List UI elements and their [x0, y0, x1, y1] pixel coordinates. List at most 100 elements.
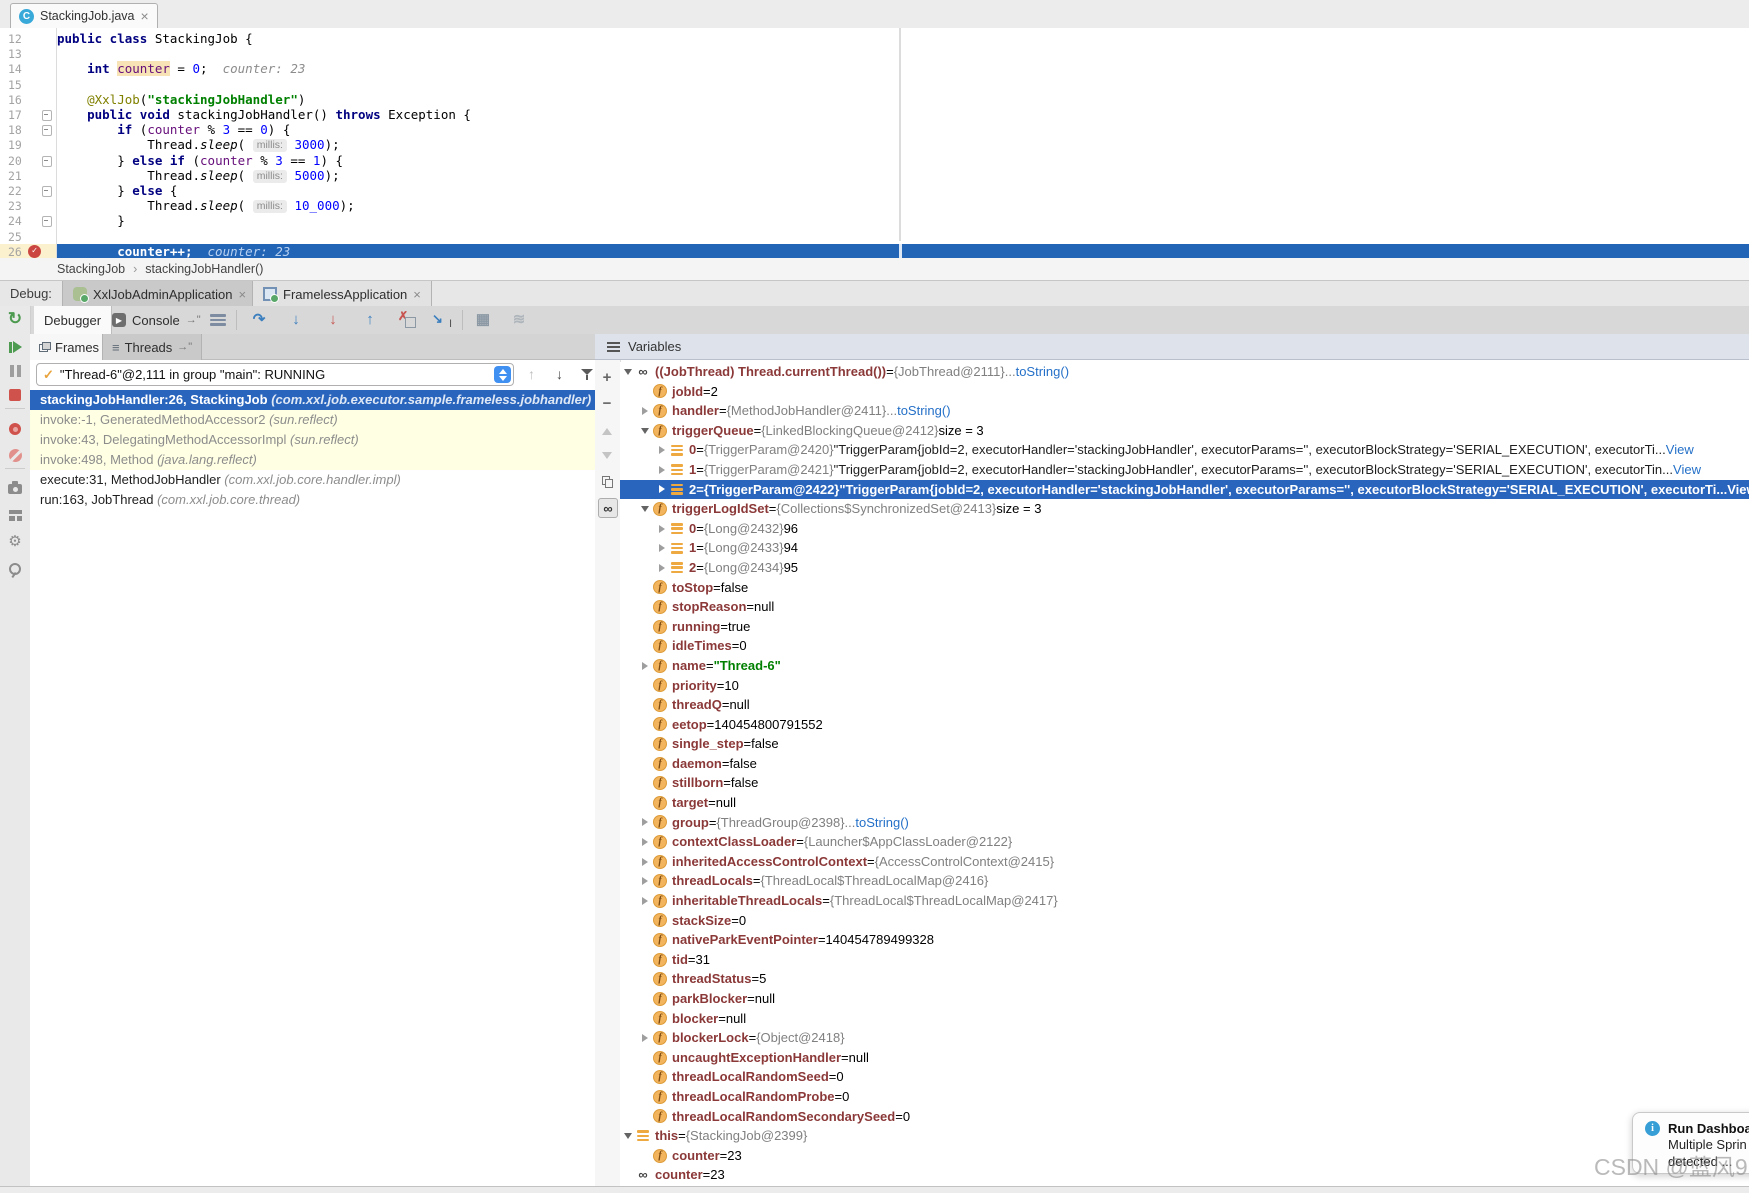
variable-row[interactable]: f stillborn = false [620, 773, 1749, 793]
fold-marker-icon[interactable] [42, 155, 52, 167]
code-line[interactable]: } [57, 213, 1749, 228]
expander-closed-icon[interactable] [637, 857, 652, 866]
variable-row[interactable]: f target = null [620, 793, 1749, 813]
expander-closed-icon[interactable] [637, 661, 652, 670]
gutter-line[interactable]: 12 [0, 31, 56, 46]
variable-row[interactable]: f idleTimes = 0 [620, 636, 1749, 656]
variable-row[interactable]: f tid = 31 [620, 950, 1749, 970]
value-link[interactable]: toString() [855, 813, 908, 833]
code-line[interactable] [57, 46, 1749, 61]
variable-row[interactable]: f contextClassLoader = {Launcher$AppClass… [620, 832, 1749, 852]
expander-closed-icon[interactable] [654, 524, 669, 533]
code-line[interactable]: int counter = 0; counter: 23 [57, 61, 1749, 77]
step-out-icon[interactable]: ↑ [359, 310, 381, 330]
variable-row[interactable]: f single_step = false [620, 734, 1749, 754]
thread-dump-camera-icon[interactable] [4, 478, 26, 500]
expander-closed-icon[interactable] [637, 1033, 652, 1042]
value-link[interactable]: View [1666, 440, 1694, 460]
duplicate-watch-icon[interactable] [598, 472, 616, 490]
fold-marker-icon[interactable] [42, 216, 52, 228]
tab-threads[interactable]: ≡ Threads →" [102, 334, 203, 360]
run-to-cursor-icon[interactable]: ↘ I [432, 311, 452, 330]
variable-row[interactable]: ∞ counter = 23 [620, 1165, 1749, 1185]
variable-row[interactable]: f triggerQueue = {LinkedBlockingQueue@241… [620, 421, 1749, 441]
variable-row[interactable]: f threadLocalRandomProbe = 0 [620, 1087, 1749, 1107]
expander-open-icon[interactable] [620, 368, 635, 375]
variable-row[interactable]: f group = {ThreadGroup@2398} ... toString… [620, 813, 1749, 833]
variable-row[interactable]: f threadLocals = {ThreadLocal$ThreadLocal… [620, 871, 1749, 891]
tab-console[interactable]: ▶ Console →" [102, 306, 211, 334]
settings-gear-icon[interactable]: ⚙ [4, 530, 26, 552]
variable-row[interactable]: f daemon = false [620, 754, 1749, 774]
dropdown-stepper[interactable] [494, 366, 511, 383]
fold-marker-icon[interactable] [42, 125, 52, 137]
stack-frame-row[interactable]: execute:31, MethodJobHandler (com.xxl.jo… [30, 470, 595, 490]
gutter-line[interactable]: 24 [0, 213, 56, 228]
stack-frame-row[interactable]: invoke:-1, GeneratedMethodAccessor2 (sun… [30, 410, 595, 430]
value-link[interactable]: toString() [1016, 362, 1069, 382]
code-line[interactable]: public void stackingJobHandler() throws … [57, 107, 1749, 122]
move-up-icon[interactable] [598, 422, 616, 440]
value-link[interactable]: View [1727, 480, 1749, 500]
prev-frame-icon[interactable]: ↑ [528, 366, 535, 382]
variable-row[interactable]: ∞ ((JobThread) Thread.currentThread()) = … [620, 362, 1749, 382]
variable-row[interactable]: f toStop = false [620, 578, 1749, 598]
show-watches-icon[interactable]: ∞ [598, 498, 618, 518]
code-line[interactable] [57, 77, 1749, 92]
stack-frame-row[interactable]: run:163, JobThread (com.xxl.job.core.thr… [30, 490, 595, 510]
debug-tab-frameless[interactable]: FramelessApplication × [252, 281, 432, 307]
expander-closed-icon[interactable] [637, 406, 652, 415]
expander-closed-icon[interactable] [654, 544, 669, 553]
gutter-line[interactable]: 26 ✓ [0, 243, 56, 259]
stack-frame-row[interactable]: stackingJobHandler:26, StackingJob (com.… [30, 390, 595, 410]
code-line[interactable] [57, 229, 1749, 244]
variable-row[interactable]: 1 = {TriggerParam@2421} "TriggerParam{jo… [620, 460, 1749, 480]
variable-row[interactable]: 2 = {Long@2434} 95 [620, 558, 1749, 578]
code-line[interactable]: @XxlJob("stackingJobHandler") [57, 92, 1749, 107]
variable-row[interactable]: f inheritableThreadLocals = {ThreadLocal$… [620, 891, 1749, 911]
code-line[interactable]: } else if (counter % 3 == 1) { [57, 153, 1749, 168]
variables-menu-icon[interactable] [607, 341, 620, 352]
step-into-icon[interactable]: ↓ [285, 310, 307, 330]
gutter-line[interactable]: 21 [0, 168, 56, 183]
next-frame-icon[interactable]: ↓ [556, 366, 563, 382]
code-line[interactable]: Thread.sleep( millis: 10_000); [57, 198, 1749, 214]
add-watch-icon[interactable]: + [598, 368, 616, 386]
gutter-line[interactable]: 19 [0, 137, 56, 152]
code-line[interactable]: if (counter % 3 == 0) { [57, 122, 1749, 137]
expander-closed-icon[interactable] [654, 465, 669, 474]
variable-row[interactable]: f priority = 10 [620, 676, 1749, 696]
variable-row[interactable]: f handler = {MethodJobHandler@2411} ... t… [620, 401, 1749, 421]
code-line[interactable]: Thread.sleep( millis: 5000); [57, 168, 1749, 183]
variable-row[interactable]: 1 = {Long@2433} 94 [620, 538, 1749, 558]
variable-row[interactable]: f threadQ = null [620, 695, 1749, 715]
mute-breakpoints-icon[interactable] [4, 444, 26, 466]
thread-selector-dropdown[interactable]: ✓ "Thread-6"@2,111 in group "main": RUNN… [36, 363, 514, 386]
variable-row[interactable]: f blockerLock = {Object@2418} [620, 1028, 1749, 1048]
variable-row[interactable]: this = {StackingJob@2399} [620, 1126, 1749, 1146]
resume-program-icon[interactable] [4, 336, 26, 358]
debug-tab-xxljobadmin[interactable]: XxlJobAdminApplication × [62, 281, 258, 307]
filter-frames-icon[interactable] [581, 369, 593, 381]
expander-closed-icon[interactable] [637, 877, 652, 886]
expander-open-icon[interactable] [620, 1132, 635, 1139]
evaluate-expression-icon[interactable]: ▦ [472, 310, 494, 330]
close-icon[interactable]: × [141, 9, 149, 23]
variable-row[interactable]: f parkBlocker = null [620, 989, 1749, 1009]
rerun-icon[interactable]: ↻ [4, 308, 26, 330]
code-editor[interactable]: 12 public class StackingJob {13 14 int cou… [0, 28, 1749, 259]
step-over-icon[interactable]: ↷ [248, 310, 270, 330]
threads-view-icon[interactable] [210, 314, 226, 326]
expander-closed-icon[interactable] [637, 838, 652, 847]
expander-closed-icon[interactable] [654, 563, 669, 572]
close-icon[interactable]: × [238, 287, 246, 302]
value-link[interactable]: View [1673, 460, 1701, 480]
expander-closed-icon[interactable] [637, 896, 652, 905]
gutter-line[interactable]: 22 [0, 183, 56, 198]
stack-frame-row[interactable]: invoke:43, DelegatingMethodAccessorImpl … [30, 430, 595, 450]
variable-row[interactable]: f blocker = null [620, 1009, 1749, 1029]
stop-icon[interactable] [4, 384, 26, 406]
gutter-line[interactable]: 25 [0, 229, 56, 244]
variable-row[interactable]: 0 = {TriggerParam@2420} "TriggerParam{jo… [620, 440, 1749, 460]
layout-settings-icon[interactable]: ≋ [508, 310, 530, 330]
